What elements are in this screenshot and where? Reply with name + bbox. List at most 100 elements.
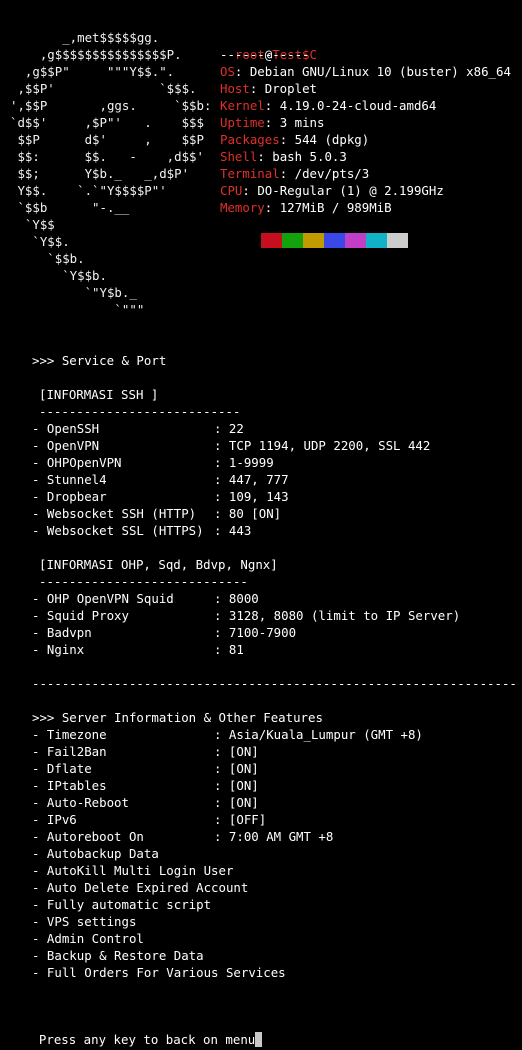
server-feature-value: : [ON]: [214, 778, 259, 793]
sysinfo-key: Memory: [220, 200, 265, 215]
server-feature-name: - Timezone: [32, 727, 107, 742]
ssh-service-value: : TCP 1194, UDP 2200, SSL 442: [214, 438, 431, 453]
terminal-cursor[interactable]: [255, 1032, 263, 1047]
ascii-art-line: ,g$$P" """Y$$.".: [10, 64, 175, 79]
ohp-service-name: - Nginx: [32, 642, 85, 657]
sysinfo-value: bash 5.0.3: [272, 149, 347, 164]
server-feature-name: - Full Orders For Various Services: [32, 965, 286, 980]
ascii-art-line: `d$$' ,$P"' . $$$: [10, 115, 204, 130]
server-feature-name: - Autobackup Data: [32, 846, 159, 861]
section-divider: ----------------------------------------…: [32, 676, 517, 691]
ohp-service-value: : 81: [214, 642, 244, 657]
palette-swatch: [303, 233, 324, 248]
server-feature-name: - IPtables: [32, 778, 107, 793]
sysinfo-value: DO-Regular (1) @ 2.199GHz: [257, 183, 444, 198]
ascii-art-line: ',$$P ,ggs. `$$b:: [10, 98, 212, 113]
sysinfo-colon: :: [234, 64, 250, 79]
sysinfo-colon: :: [264, 98, 280, 113]
ascii-art-line: _,met$$$$$gg.: [10, 30, 160, 45]
server-feature-name: - Fully automatic script: [32, 897, 212, 912]
sysinfo-colon: :: [257, 149, 273, 164]
palette-swatch: [282, 233, 303, 248]
server-info-header: >>> Server Information & Other Features: [32, 710, 323, 725]
sysinfo-value: /dev/pts/3: [294, 166, 370, 181]
ohp-service-value: : 8000: [214, 591, 259, 606]
ssh-service-name: - Stunnel4: [32, 472, 107, 487]
palette-swatch: [324, 233, 345, 248]
terminal-prompt-line[interactable]: Press any key to back on menu: [24, 1014, 263, 1047]
sysinfo-row: Host: Droplet: [220, 80, 317, 97]
sysinfo-value: 4.19.0-24-cloud-amd64: [279, 98, 437, 113]
sysinfo-row: Kernel: 4.19.0-24-cloud-amd64: [220, 97, 436, 114]
ohp-service-name: - OHP OpenVPN Squid: [32, 591, 174, 606]
server-feature-name: - Dflate: [32, 761, 92, 776]
server-feature-name: - Fail2Ban: [32, 744, 107, 759]
sysinfo-value: Droplet: [264, 81, 317, 96]
ascii-art-line: Y$$. `.`"Y$$$$P"': [10, 183, 167, 198]
ssh-service-value: : 22: [214, 421, 244, 436]
ssh-service-value: : 80 [ON]: [214, 506, 282, 521]
sysinfo-value: Debian GNU/Linux 10 (buster) x86_64: [249, 64, 511, 79]
sysinfo-value: 544 (dpkg): [294, 132, 370, 147]
sysinfo-key: Terminal: [220, 166, 280, 181]
server-feature-value: : [ON]: [214, 744, 259, 759]
back-to-menu-prompt: Press any key to back on menu: [38, 1032, 256, 1047]
ascii-art-line: $$; Y$b._ _,d$P': [10, 166, 190, 181]
server-feature-value: : 7:00 AM GMT +8: [214, 829, 334, 844]
ascii-art-line: `$$b.: [10, 251, 85, 266]
server-feature-name: - Admin Control: [32, 931, 144, 946]
palette-swatch: [240, 233, 261, 248]
ohp-service-value: : 3128, 8080 (limit to IP Server): [214, 608, 461, 623]
sysinfo-row: CPU: DO-Regular (1) @ 2.199GHz: [220, 182, 444, 199]
ascii-art-line: $$P d$' , $$P: [10, 132, 204, 147]
ssh-service-name: - OpenVPN: [32, 438, 100, 453]
sysinfo-row: Uptime: 3 mins: [220, 114, 324, 131]
sysinfo-row: Memory: 127MiB / 989MiB: [220, 199, 392, 216]
ascii-art-line: ,g$$$$$$$$$$$$$$$P.: [10, 47, 182, 62]
sysinfo-colon: :: [264, 200, 280, 215]
server-feature-name: - Auto Delete Expired Account: [32, 880, 249, 895]
palette-swatch: [387, 233, 408, 248]
sysinfo-separator: ------------: [220, 47, 310, 62]
server-feature-name: - Auto-Reboot: [32, 795, 129, 810]
ascii-art-line: `$$b "-.__: [10, 200, 130, 215]
ascii-art-line: `Y$$b.: [10, 268, 107, 283]
sysinfo-value: 127MiB / 989MiB: [279, 200, 392, 215]
server-feature-name: - Backup & Restore Data: [32, 948, 204, 963]
sysinfo-key: Shell: [220, 149, 258, 164]
sysinfo-colon: :: [249, 81, 265, 96]
ascii-art-line: `Y$$.: [10, 234, 70, 249]
sysinfo-row: Shell: bash 5.0.3: [220, 148, 347, 165]
sysinfo-colon: :: [279, 166, 295, 181]
server-feature-name: - AutoKill Multi Login User: [32, 863, 234, 878]
ohp-service-name: - Squid Proxy: [32, 608, 129, 623]
sysinfo-row: OS: Debian GNU/Linux 10 (buster) x86_64: [220, 63, 511, 80]
sysinfo-key: Kernel: [220, 98, 265, 113]
ascii-art-line: $$: $$. - ,d$$': [10, 149, 204, 164]
ascii-art-line: `"Y$b._: [10, 285, 137, 300]
server-feature-value: : [ON]: [214, 795, 259, 810]
palette-swatch: [366, 233, 387, 248]
ascii-art-line: ,$$P' `$$$.: [10, 81, 197, 96]
ohp-service-value: : 7100-7900: [214, 625, 297, 640]
ssh-service-value: : 443: [214, 523, 252, 538]
ssh-service-name: - Websocket SSL (HTTPS): [32, 523, 204, 538]
ssh-service-value: : 109, 143: [214, 489, 289, 504]
color-palette: [240, 233, 408, 248]
server-feature-name: - IPv6: [32, 812, 77, 827]
ssh-service-value: : 1-9999: [214, 455, 274, 470]
server-feature-value: : Asia/Kuala_Lumpur (GMT +8): [214, 727, 423, 742]
server-feature-name: - Autoreboot On: [32, 829, 144, 844]
service-port-header: >>> Service & Port: [32, 353, 167, 368]
ascii-art-line: `Y$$: [10, 217, 55, 232]
ohp-section-title: [INFORMASI OHP, Sqd, Bdvp, Ngnx]: [39, 557, 278, 572]
ssh-service-name: - OHPOpenVPN: [32, 455, 122, 470]
sysinfo-key: Uptime: [220, 115, 265, 130]
ssh-service-name: - Websocket SSH (HTTP): [32, 506, 197, 521]
sysinfo-value: 3 mins: [279, 115, 325, 130]
ssh-section-title: [INFORMASI SSH ]: [39, 387, 159, 402]
ohp-section-underline: ----------------------------: [39, 574, 248, 589]
ssh-section-underline: ---------------------------: [39, 404, 241, 419]
sysinfo-key: CPU: [220, 183, 243, 198]
sysinfo-key: Packages: [220, 132, 280, 147]
